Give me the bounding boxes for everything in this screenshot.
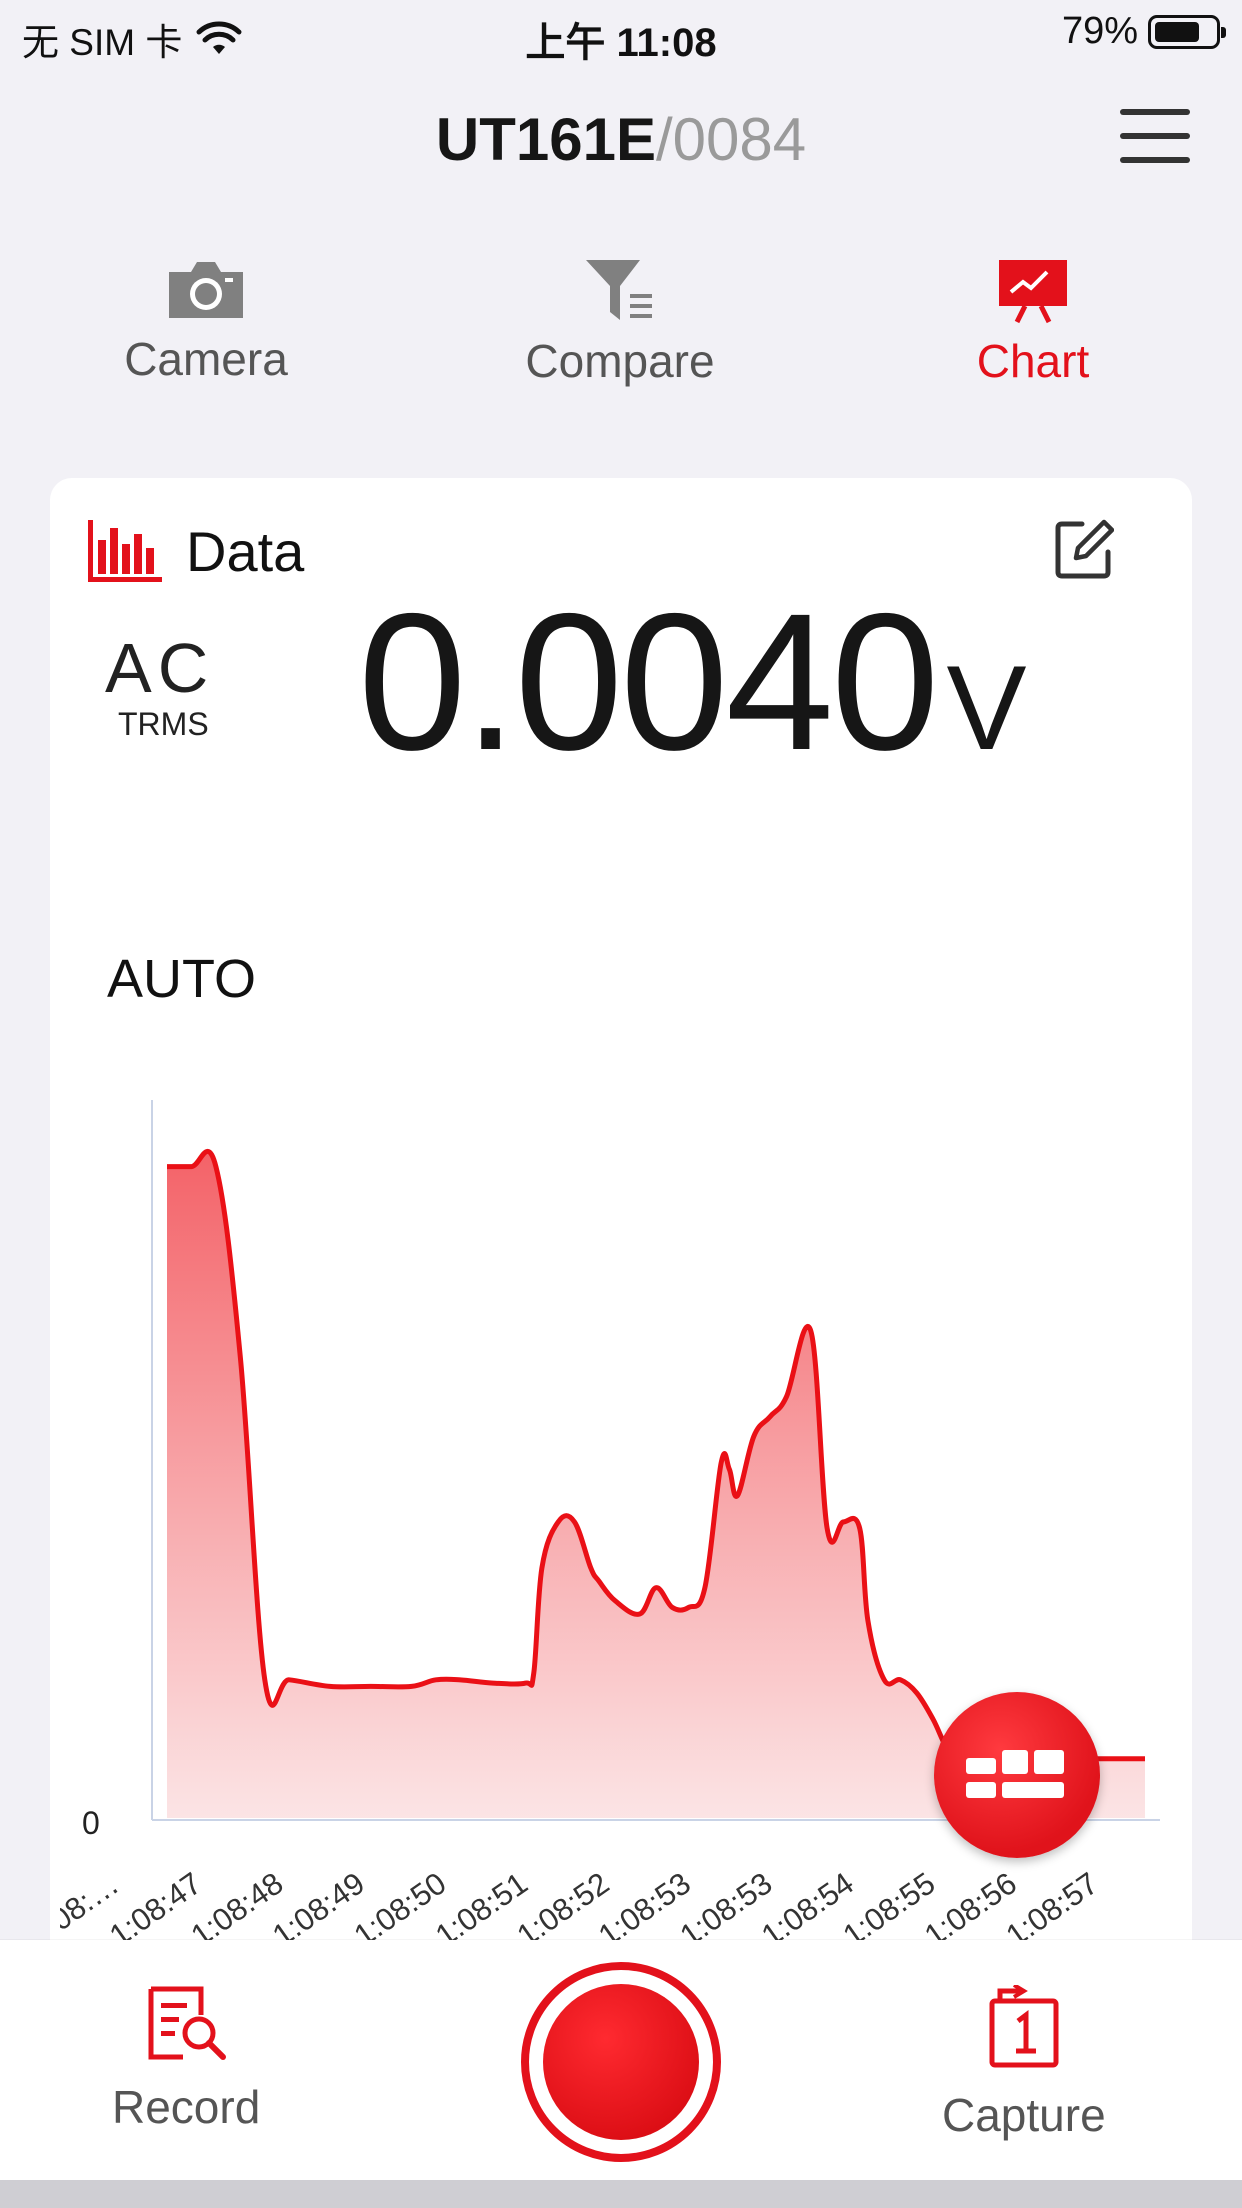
tab-chart[interactable]: Chart	[903, 258, 1163, 388]
capture-button[interactable]: Capture	[942, 1983, 1106, 2142]
menu-icon[interactable]	[1120, 105, 1190, 167]
reading-unit: V	[946, 641, 1026, 775]
measure-mode: AC	[105, 629, 215, 707]
filter-list-icon	[586, 260, 652, 320]
reading-display: 0.0040V	[358, 585, 1026, 780]
record-label: Record	[112, 2081, 261, 2133]
measure-submode: TRMS	[118, 706, 209, 742]
battery-percent: 79%	[1061, 10, 1138, 52]
bar-chart-icon	[88, 520, 162, 582]
record-button[interactable]	[521, 1962, 721, 2162]
card-header: Data	[86, 518, 304, 584]
tab-camera-label: Camera	[124, 333, 288, 385]
x-tick-label: 1:08:57	[1000, 1865, 1105, 1940]
tab-compare[interactable]: Compare	[490, 258, 750, 388]
tab-camera[interactable]: Camera	[76, 258, 336, 386]
capture-label: Capture	[942, 2089, 1106, 2141]
page-title: UT161E/0084	[0, 105, 1242, 174]
card-title: Data	[186, 519, 305, 583]
tab-chart-label: Chart	[976, 335, 1090, 387]
battery-status: 79%	[1061, 10, 1226, 53]
capture-icon	[989, 1983, 1059, 2068]
battery-icon	[1148, 14, 1226, 49]
home-indicator-strip	[0, 2180, 1242, 2208]
range-mode: AUTO	[107, 949, 257, 1009]
edit-icon[interactable]	[1054, 518, 1115, 585]
reading-value: 0.0040	[358, 573, 939, 791]
presentation-chart-icon	[999, 260, 1067, 324]
device-serial: /0084	[655, 106, 807, 173]
tab-compare-label: Compare	[525, 335, 715, 387]
device-model: UT161E	[435, 106, 656, 173]
camera-icon	[169, 262, 243, 318]
record-dot-icon	[543, 1984, 699, 2140]
y-tick-label: 0	[82, 1805, 100, 1841]
clock: 上午 11:08	[525, 21, 717, 65]
status-bar: 无 SIM 卡 上午 11:08 79%	[0, 0, 1242, 70]
layout-toggle-button[interactable]	[934, 1692, 1100, 1858]
record-search-icon	[148, 1986, 227, 2060]
grid-layout-icon	[966, 1750, 1064, 1798]
record-list-button[interactable]: Record	[112, 1985, 260, 2134]
